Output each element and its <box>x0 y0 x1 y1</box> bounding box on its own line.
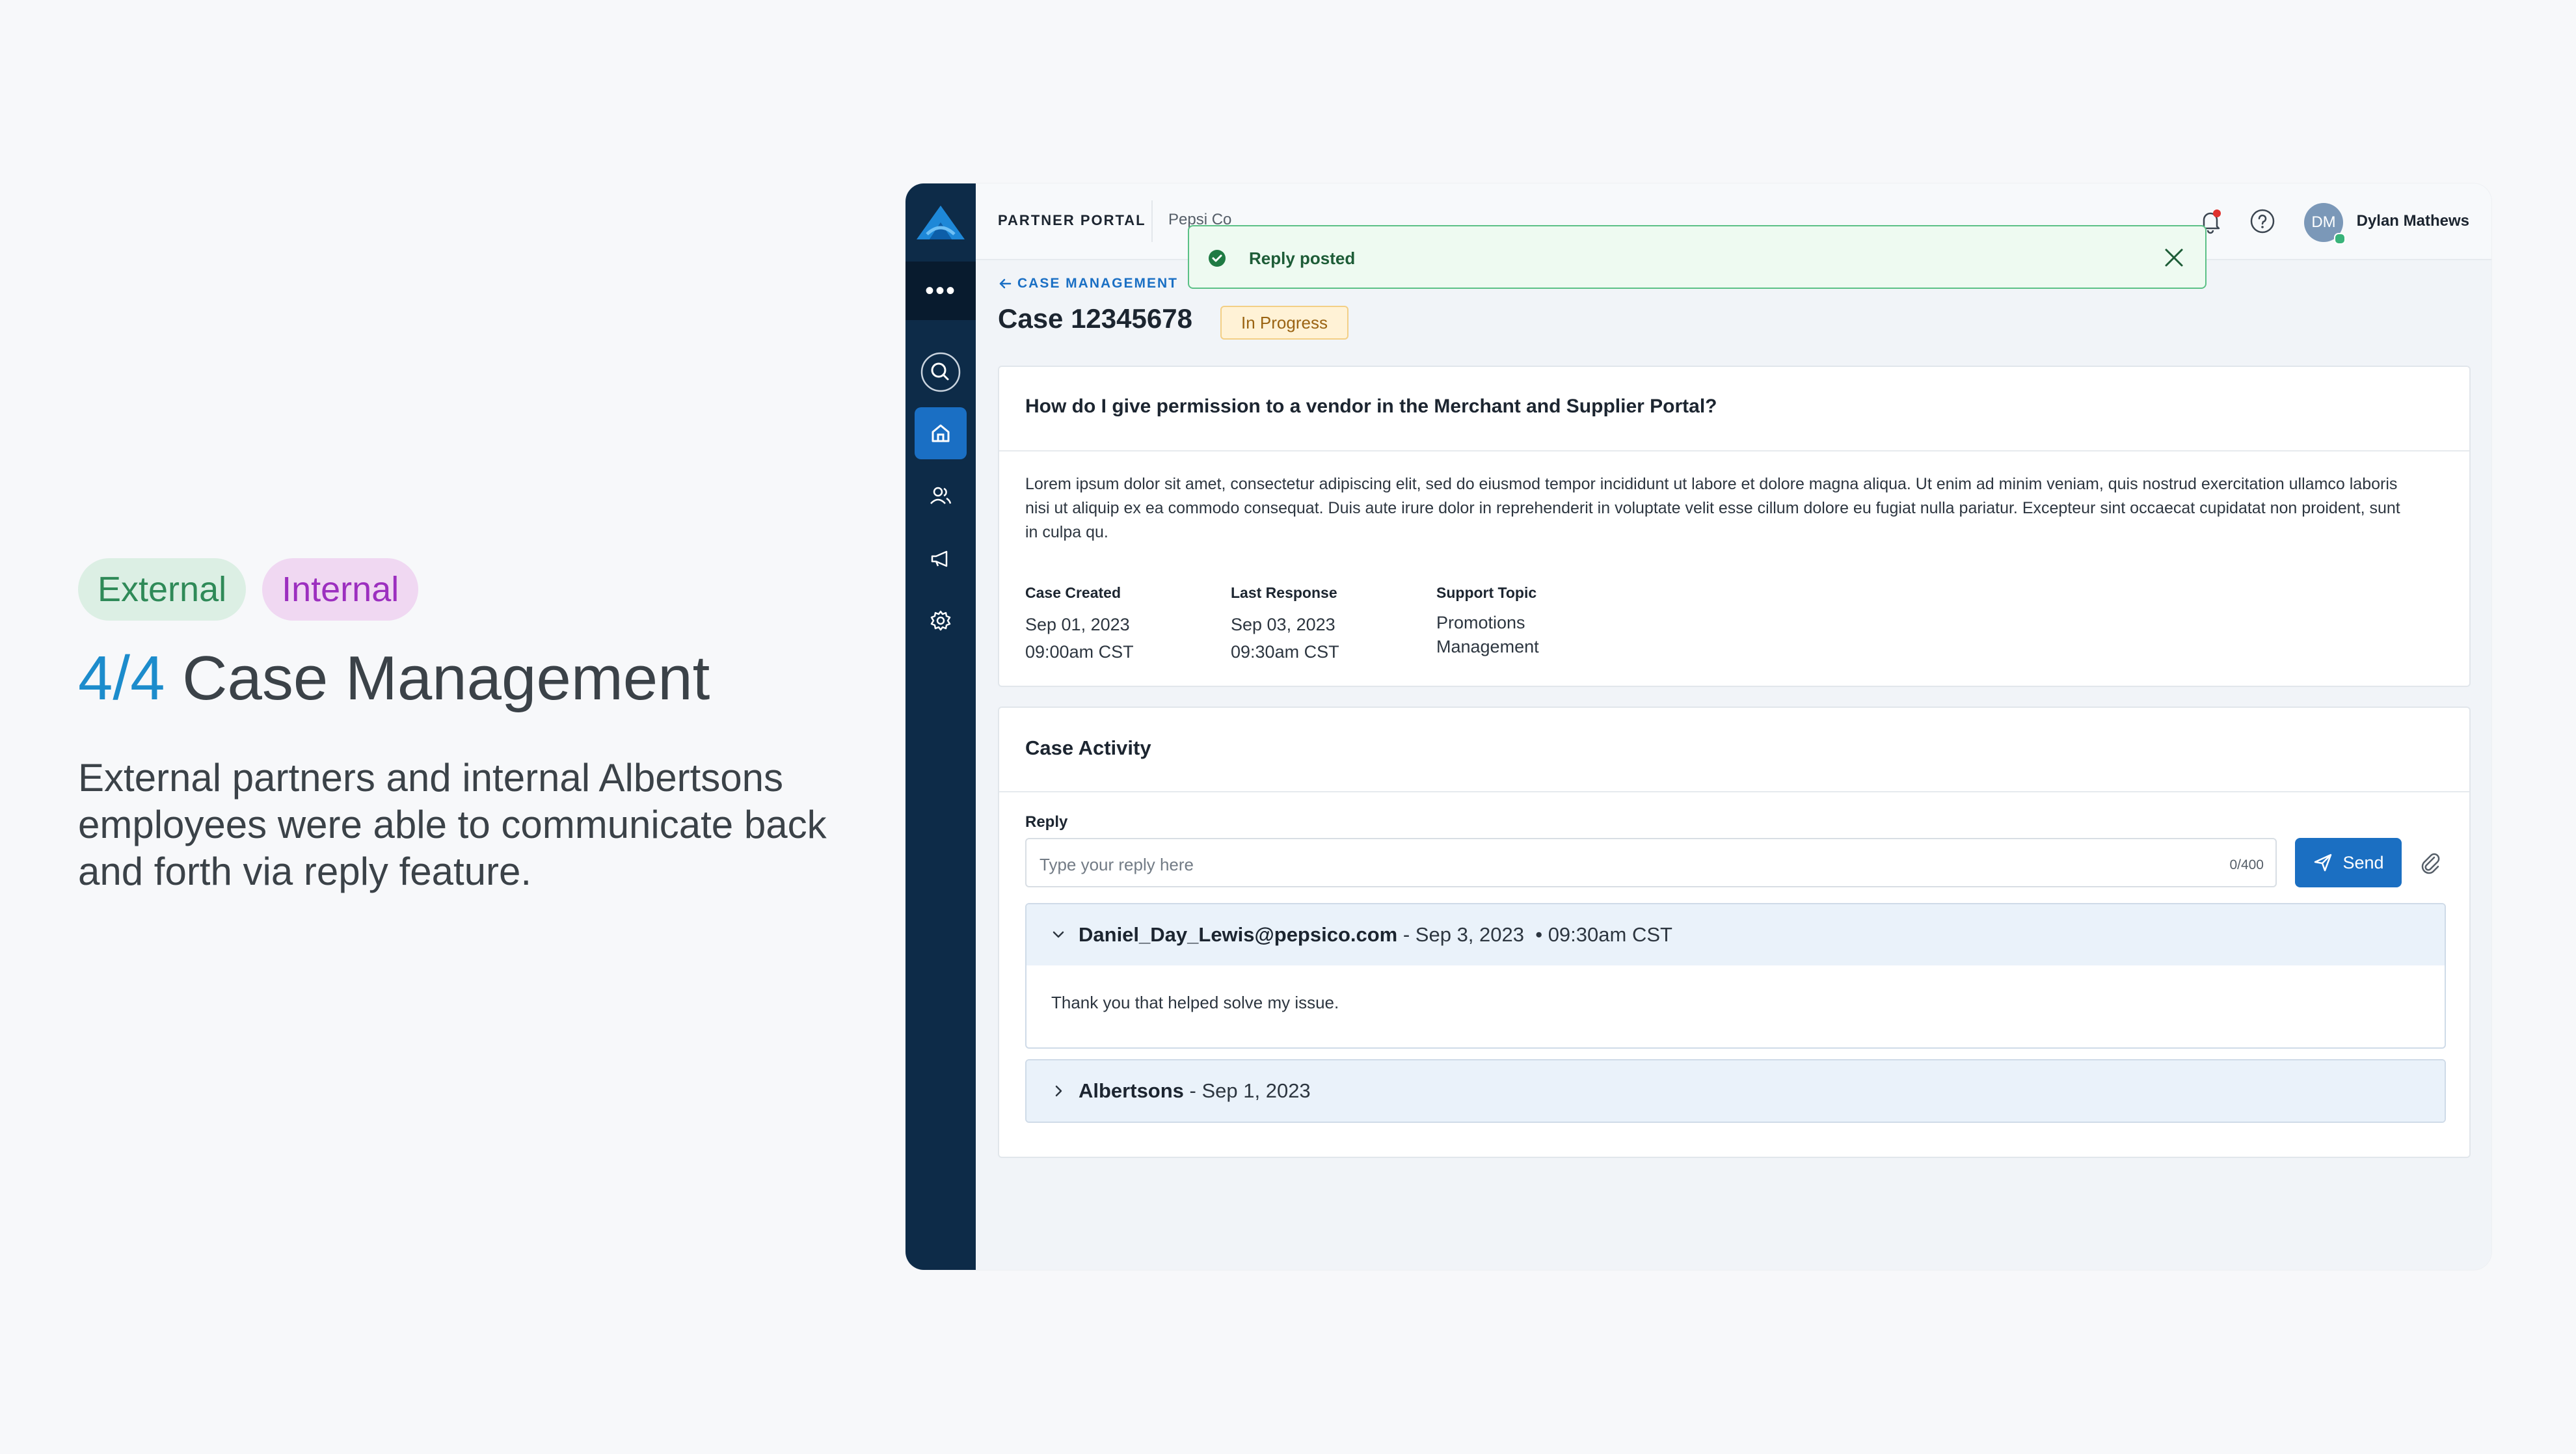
paperclip-icon[interactable] <box>2417 850 2443 879</box>
audience-tags: External Internal <box>78 558 419 621</box>
meta-label: Case Created <box>1025 584 1121 601</box>
header-divider <box>1151 200 1153 242</box>
card-divider <box>999 791 2469 792</box>
character-counter: 0/400 <box>2229 857 2264 872</box>
slide-number: 4/4 <box>78 643 165 713</box>
thread-author: Daniel_Day_Lewis@pepsico.com <box>1079 923 1398 946</box>
meta-value: Sep 03, 2023 <box>1231 615 1335 634</box>
thread-author: Albertsons <box>1079 1079 1184 1102</box>
slide-description: External partners and internal Albertson… <box>78 756 827 893</box>
meta-value: 09:30am CST <box>1231 642 1339 662</box>
thread-header[interactable]: Albertsons - Sep 1, 2023 <box>1026 1060 2445 1122</box>
help-icon[interactable] <box>2248 207 2277 239</box>
meta-value: Management <box>1436 637 1539 656</box>
portal-name: PARTNER PORTAL <box>998 212 1146 228</box>
users-icon[interactable] <box>915 470 967 522</box>
success-toast: Reply posted <box>1188 225 2207 289</box>
gear-icon[interactable] <box>915 595 967 647</box>
user-name[interactable]: Dylan Mathews <box>2357 212 2469 230</box>
send-label: Send <box>2342 852 2384 872</box>
case-details-card: How do I give permission to a vendor in … <box>998 366 2471 687</box>
slide-title-text: Case Management <box>182 643 710 713</box>
breadcrumb[interactable]: CASE MANAGEMENT <box>998 276 1178 291</box>
meta-label: Last Response <box>1231 584 1337 601</box>
meta-case-created: Case Created Sep 01, 2023 09:00am CST <box>1025 584 1134 666</box>
meta-label: Support Topic <box>1436 584 1537 601</box>
case-activity-card: Case Activity Reply Type your reply here… <box>998 707 2471 1158</box>
more-dots-icon[interactable]: ••• <box>906 262 976 320</box>
online-status-dot <box>2334 233 2346 245</box>
thread-header[interactable]: Daniel_Day_Lewis@pepsico.com - Sep 3, 20… <box>1026 904 2445 965</box>
thread-meta: - Sep 3, 2023 • 09:30am CST <box>1397 923 1672 946</box>
tag-external: External <box>78 558 247 621</box>
reply-placeholder: Type your reply here <box>1040 855 1194 874</box>
breadcrumb-label: CASE MANAGEMENT <box>1017 276 1179 291</box>
page-title: Case 12345678 <box>998 303 1192 334</box>
toast-message: Reply posted <box>1249 249 1356 268</box>
reply-input[interactable]: Type your reply here 0/400 <box>1025 838 2277 887</box>
thread-item: Albertsons - Sep 1, 2023 <box>1025 1059 2446 1123</box>
slide-title: 4/4 Case Management <box>78 643 710 714</box>
meta-value: Sep 01, 2023 <box>1025 615 1130 634</box>
thread-item: Daniel_Day_Lewis@pepsico.com - Sep 3, 20… <box>1025 903 2446 1049</box>
home-icon[interactable] <box>915 407 967 459</box>
send-button[interactable]: Send <box>2295 838 2402 887</box>
card-divider <box>999 450 2469 451</box>
app-window: ••• PARTNER PORTAL Pepsi Co DM Dylan Mat… <box>906 183 2491 1270</box>
case-description: Lorem ipsum dolor sit amet, consectetur … <box>1025 475 2400 541</box>
reply-label: Reply <box>1025 813 1068 831</box>
tag-internal: Internal <box>262 558 419 621</box>
check-circle-icon <box>1207 249 1227 271</box>
meta-last-response: Last Response Sep 03, 2023 09:30am CST <box>1231 584 1339 666</box>
meta-value: 09:00am CST <box>1025 642 1134 662</box>
meta-value: Promotions <box>1436 613 1525 632</box>
close-icon[interactable] <box>2162 246 2186 273</box>
search-icon[interactable] <box>915 346 967 398</box>
thread-meta: - Sep 1, 2023 <box>1183 1079 1311 1102</box>
send-icon <box>2314 854 2332 872</box>
status-badge: In Progress <box>1220 306 1348 340</box>
activity-title: Case Activity <box>1025 736 1151 759</box>
meta-support-topic: Support Topic Promotions Management <box>1436 584 1539 659</box>
chevron-down-icon <box>1053 931 1064 938</box>
chevron-right-icon <box>1055 1085 1062 1097</box>
arrow-left-icon <box>999 278 1012 289</box>
case-question: How do I give permission to a vendor in … <box>1025 396 1717 417</box>
sidebar: ••• <box>906 183 976 1270</box>
megaphone-icon[interactable] <box>915 532 967 584</box>
thread-message: Thank you that helped solve my issue. <box>1051 993 1339 1012</box>
app-logo-icon[interactable] <box>906 183 976 262</box>
